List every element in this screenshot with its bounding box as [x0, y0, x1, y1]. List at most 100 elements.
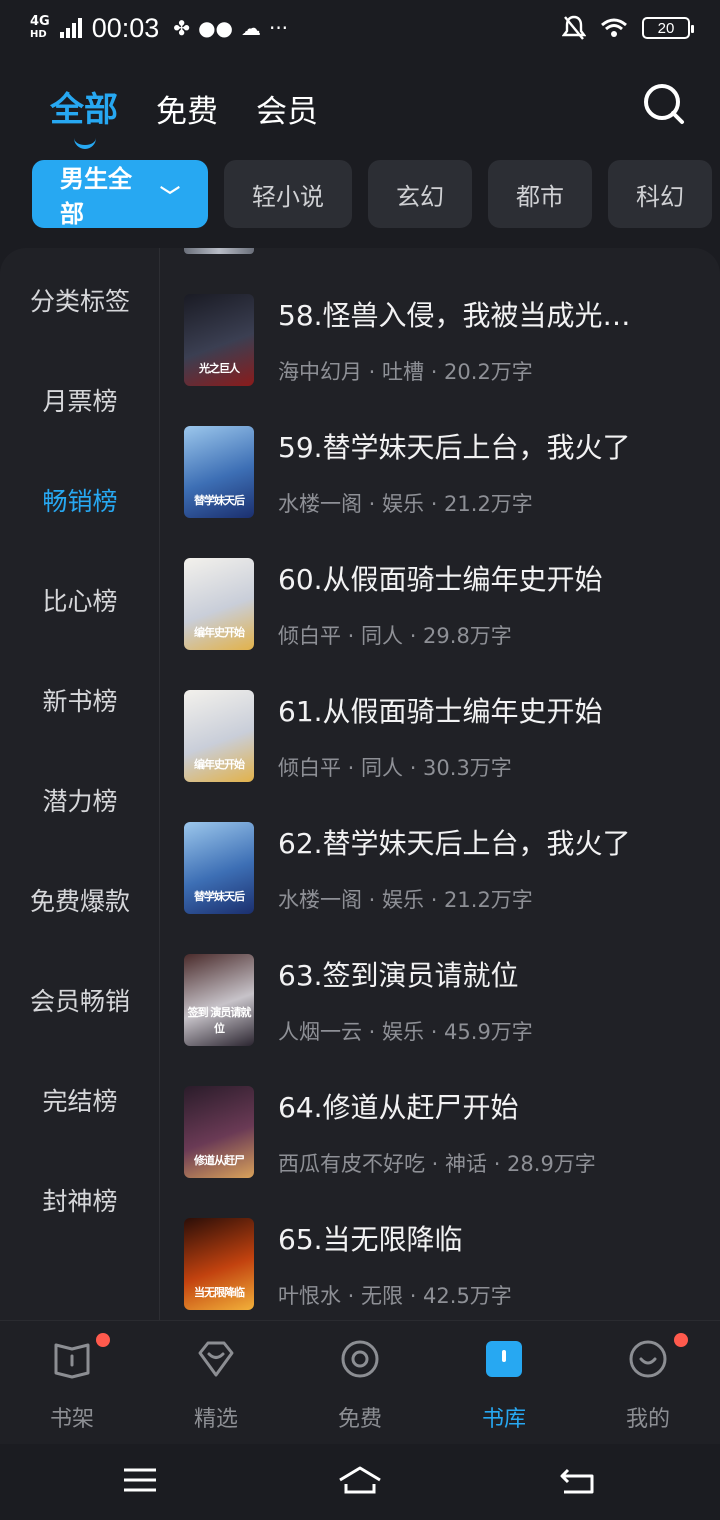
cover-title: 光之巨人: [199, 362, 240, 375]
wechat-icon: ●●: [198, 16, 233, 40]
book-cover[interactable]: 替学妹天后: [184, 822, 254, 914]
book-item[interactable]: 修道从赶尸 64.修道从赶尸开始西瓜有皮不好吃 · 神话 · 28.9万字: [184, 1086, 704, 1186]
cover-title: 编年史开始: [194, 626, 245, 639]
network-indicator: 4G HD: [30, 15, 50, 41]
top-tabs: 全部 免费 会员: [50, 82, 318, 149]
nav-label: 书架: [49, 1407, 94, 1432]
network-type: 4G: [30, 14, 50, 29]
chip-scifi[interactable]: 科幻: [608, 160, 712, 228]
book-title[interactable]: 59.替学妹天后上台，我火了: [278, 426, 688, 466]
sidebar-item-vip-bestseller[interactable]: 会员畅销: [0, 982, 160, 1018]
sidebar-item-category-tags[interactable]: 分类标签: [0, 282, 160, 318]
book-meta: 西瓜有皮不好吃 · 神话 · 28.9万字: [278, 1152, 596, 1176]
book-item[interactable]: 光之巨人 58.怪兽入侵，我被当成光… 海中幻月 · 吐槽 · 20.2万字: [184, 294, 704, 394]
book-title[interactable]: 64.修道从赶尸开始: [278, 1086, 688, 1126]
bottom-nav: 书架 精选 免费 书库 我的: [0, 1320, 720, 1444]
free-circle-icon: [341, 1340, 379, 1378]
book-item[interactable]: 签到 演员请就位 63.签到演员请就位人烟一云 · 娱乐 · 45.9万字: [184, 954, 704, 1054]
book-item[interactable]: 编年史开始 60.从假面骑士编年史开始倾白平 · 同人 · 29.8万字: [184, 558, 704, 658]
home-icon[interactable]: [336, 1462, 384, 1498]
cover-title: 修道从赶尸: [194, 1154, 245, 1167]
more-icon: ···: [268, 16, 289, 40]
status-bar: 4G HD 00:03 ✤ ●● ☁ ··· 20: [0, 0, 720, 56]
cover-title: 签到 演员请就位: [187, 1006, 252, 1035]
sidebar-item-bestseller[interactable]: 畅销榜: [0, 482, 160, 518]
cover-title: 编年史开始: [194, 758, 245, 771]
book-title[interactable]: 58.怪兽入侵，我被当成光…: [278, 294, 688, 334]
ranking-sidebar: 分类标签 月票榜 畅销榜 比心榜 新书榜 潜力榜 免费爆款 会员畅销 完结榜 封…: [0, 248, 160, 1320]
chip-fantasy[interactable]: 玄幻: [368, 160, 472, 228]
nav-profile[interactable]: 我的: [576, 1321, 720, 1445]
book-meta: 水楼一阁 · 娱乐 · 21.2万字: [278, 888, 533, 912]
system-nav-bar: [0, 1444, 720, 1520]
nav-library[interactable]: 书库: [432, 1321, 576, 1445]
book-item[interactable]: 编年史开始 61.从假面骑士编年史开始倾白平 · 同人 · 30.3万字: [184, 690, 704, 790]
wifi-icon: [601, 18, 627, 37]
nav-bookshelf[interactable]: 书架: [0, 1321, 144, 1445]
book-title[interactable]: 65.当无限降临: [278, 1218, 688, 1258]
chip-urban[interactable]: 都市: [488, 160, 592, 228]
book-meta: 人烟一云 · 娱乐 · 45.9万字: [278, 1020, 533, 1044]
book-cover[interactable]: 替学妹天后: [184, 426, 254, 518]
clock: 00:03: [91, 12, 160, 43]
sidebar-item-new-books[interactable]: 新书榜: [0, 682, 160, 718]
nav-label: 免费: [337, 1407, 382, 1432]
book-cover[interactable]: 光之巨人: [184, 294, 254, 386]
book-item[interactable]: 替学妹天后 59.替学妹天后上台，我火了水楼一阁 · 娱乐 · 21.2万字: [184, 426, 704, 526]
chip-light-novel[interactable]: 轻小说: [224, 160, 352, 228]
battery-indicator: 20: [642, 17, 694, 39]
nav-label: 我的: [625, 1407, 670, 1432]
book-item[interactable]: 当无限降临 65.当无限降临叶恨水 · 无限 · 42.5万字: [184, 1218, 704, 1318]
tab-free[interactable]: 免费: [156, 86, 218, 131]
book-cover[interactable]: 编年史开始: [184, 558, 254, 650]
battery-level: 20: [657, 19, 675, 37]
heart-diamond-icon: [198, 1341, 234, 1377]
book-cover[interactable]: 编年史开始: [184, 690, 254, 782]
profile-badge: [674, 1333, 688, 1347]
book-title[interactable]: 61.从假面骑士编年史开始: [278, 690, 688, 730]
sidebar-item-monthly-ticket[interactable]: 月票榜: [0, 382, 160, 418]
chip-male-all[interactable]: 男生全部 ﹀: [32, 160, 208, 228]
content-panel: 分类标签 月票榜 畅销榜 比心榜 新书榜 潜力榜 免费爆款 会员畅销 完结榜 封…: [0, 248, 720, 1320]
cover-title: 当无限降临: [194, 1286, 245, 1299]
search-icon[interactable]: [640, 80, 688, 128]
sidebar-item-heart[interactable]: 比心榜: [0, 582, 160, 618]
book-meta: 水楼一阁 · 娱乐 · 21.2万字: [278, 492, 533, 516]
bookshelf-icon: [54, 1343, 90, 1379]
chevron-down-icon: ﹀: [160, 183, 180, 208]
book-title[interactable]: 63.签到演员请就位: [278, 954, 688, 994]
signal-icon: [59, 18, 82, 38]
tab-vip[interactable]: 会员: [256, 86, 318, 131]
network-sub: HD: [30, 29, 47, 40]
book-meta: 海中幻月 · 吐槽 · 20.2万字: [278, 360, 533, 384]
mute-bell-icon: [562, 15, 586, 40]
library-icon: [486, 1341, 522, 1377]
nav-featured[interactable]: 精选: [144, 1321, 288, 1445]
previous-cover-peek: [184, 248, 254, 254]
sidebar-item-free-hits[interactable]: 免费爆款: [0, 882, 160, 918]
chip-label: 男生全部: [60, 165, 132, 228]
back-icon[interactable]: [558, 1462, 598, 1498]
profile-face-icon: [629, 1340, 667, 1378]
pinwheel-icon: ✤: [173, 16, 191, 40]
nav-label: 书库: [481, 1407, 526, 1432]
book-meta: 倾白平 · 同人 · 30.3万字: [278, 756, 512, 780]
book-item[interactable]: 替学妹天后 62.替学妹天后上台，我火了水楼一阁 · 娱乐 · 21.2万字: [184, 822, 704, 922]
menu-icon[interactable]: [120, 1462, 160, 1498]
sidebar-item-completed[interactable]: 完结榜: [0, 1082, 160, 1118]
book-cover[interactable]: 当无限降临: [184, 1218, 254, 1310]
sidebar-item-potential[interactable]: 潜力榜: [0, 782, 160, 818]
book-cover[interactable]: 修道从赶尸: [184, 1086, 254, 1178]
book-meta: 叶恨水 · 无限 · 42.5万字: [278, 1284, 512, 1308]
nav-free[interactable]: 免费: [288, 1321, 432, 1445]
nav-label: 精选: [193, 1407, 238, 1432]
book-meta: 倾白平 · 同人 · 29.8万字: [278, 624, 512, 648]
tab-all[interactable]: 全部: [50, 82, 118, 149]
book-list: 光之巨人 58.怪兽入侵，我被当成光… 海中幻月 · 吐槽 · 20.2万字替学妹天…: [160, 248, 720, 1320]
sidebar-item-legend[interactable]: 封神榜: [0, 1182, 160, 1218]
bookshelf-badge: [96, 1333, 110, 1347]
book-title[interactable]: 62.替学妹天后上台，我火了: [278, 822, 688, 862]
book-cover[interactable]: 签到 演员请就位: [184, 954, 254, 1046]
book-title[interactable]: 60.从假面骑士编年史开始: [278, 558, 688, 598]
cloud-icon: ☁: [240, 16, 261, 40]
